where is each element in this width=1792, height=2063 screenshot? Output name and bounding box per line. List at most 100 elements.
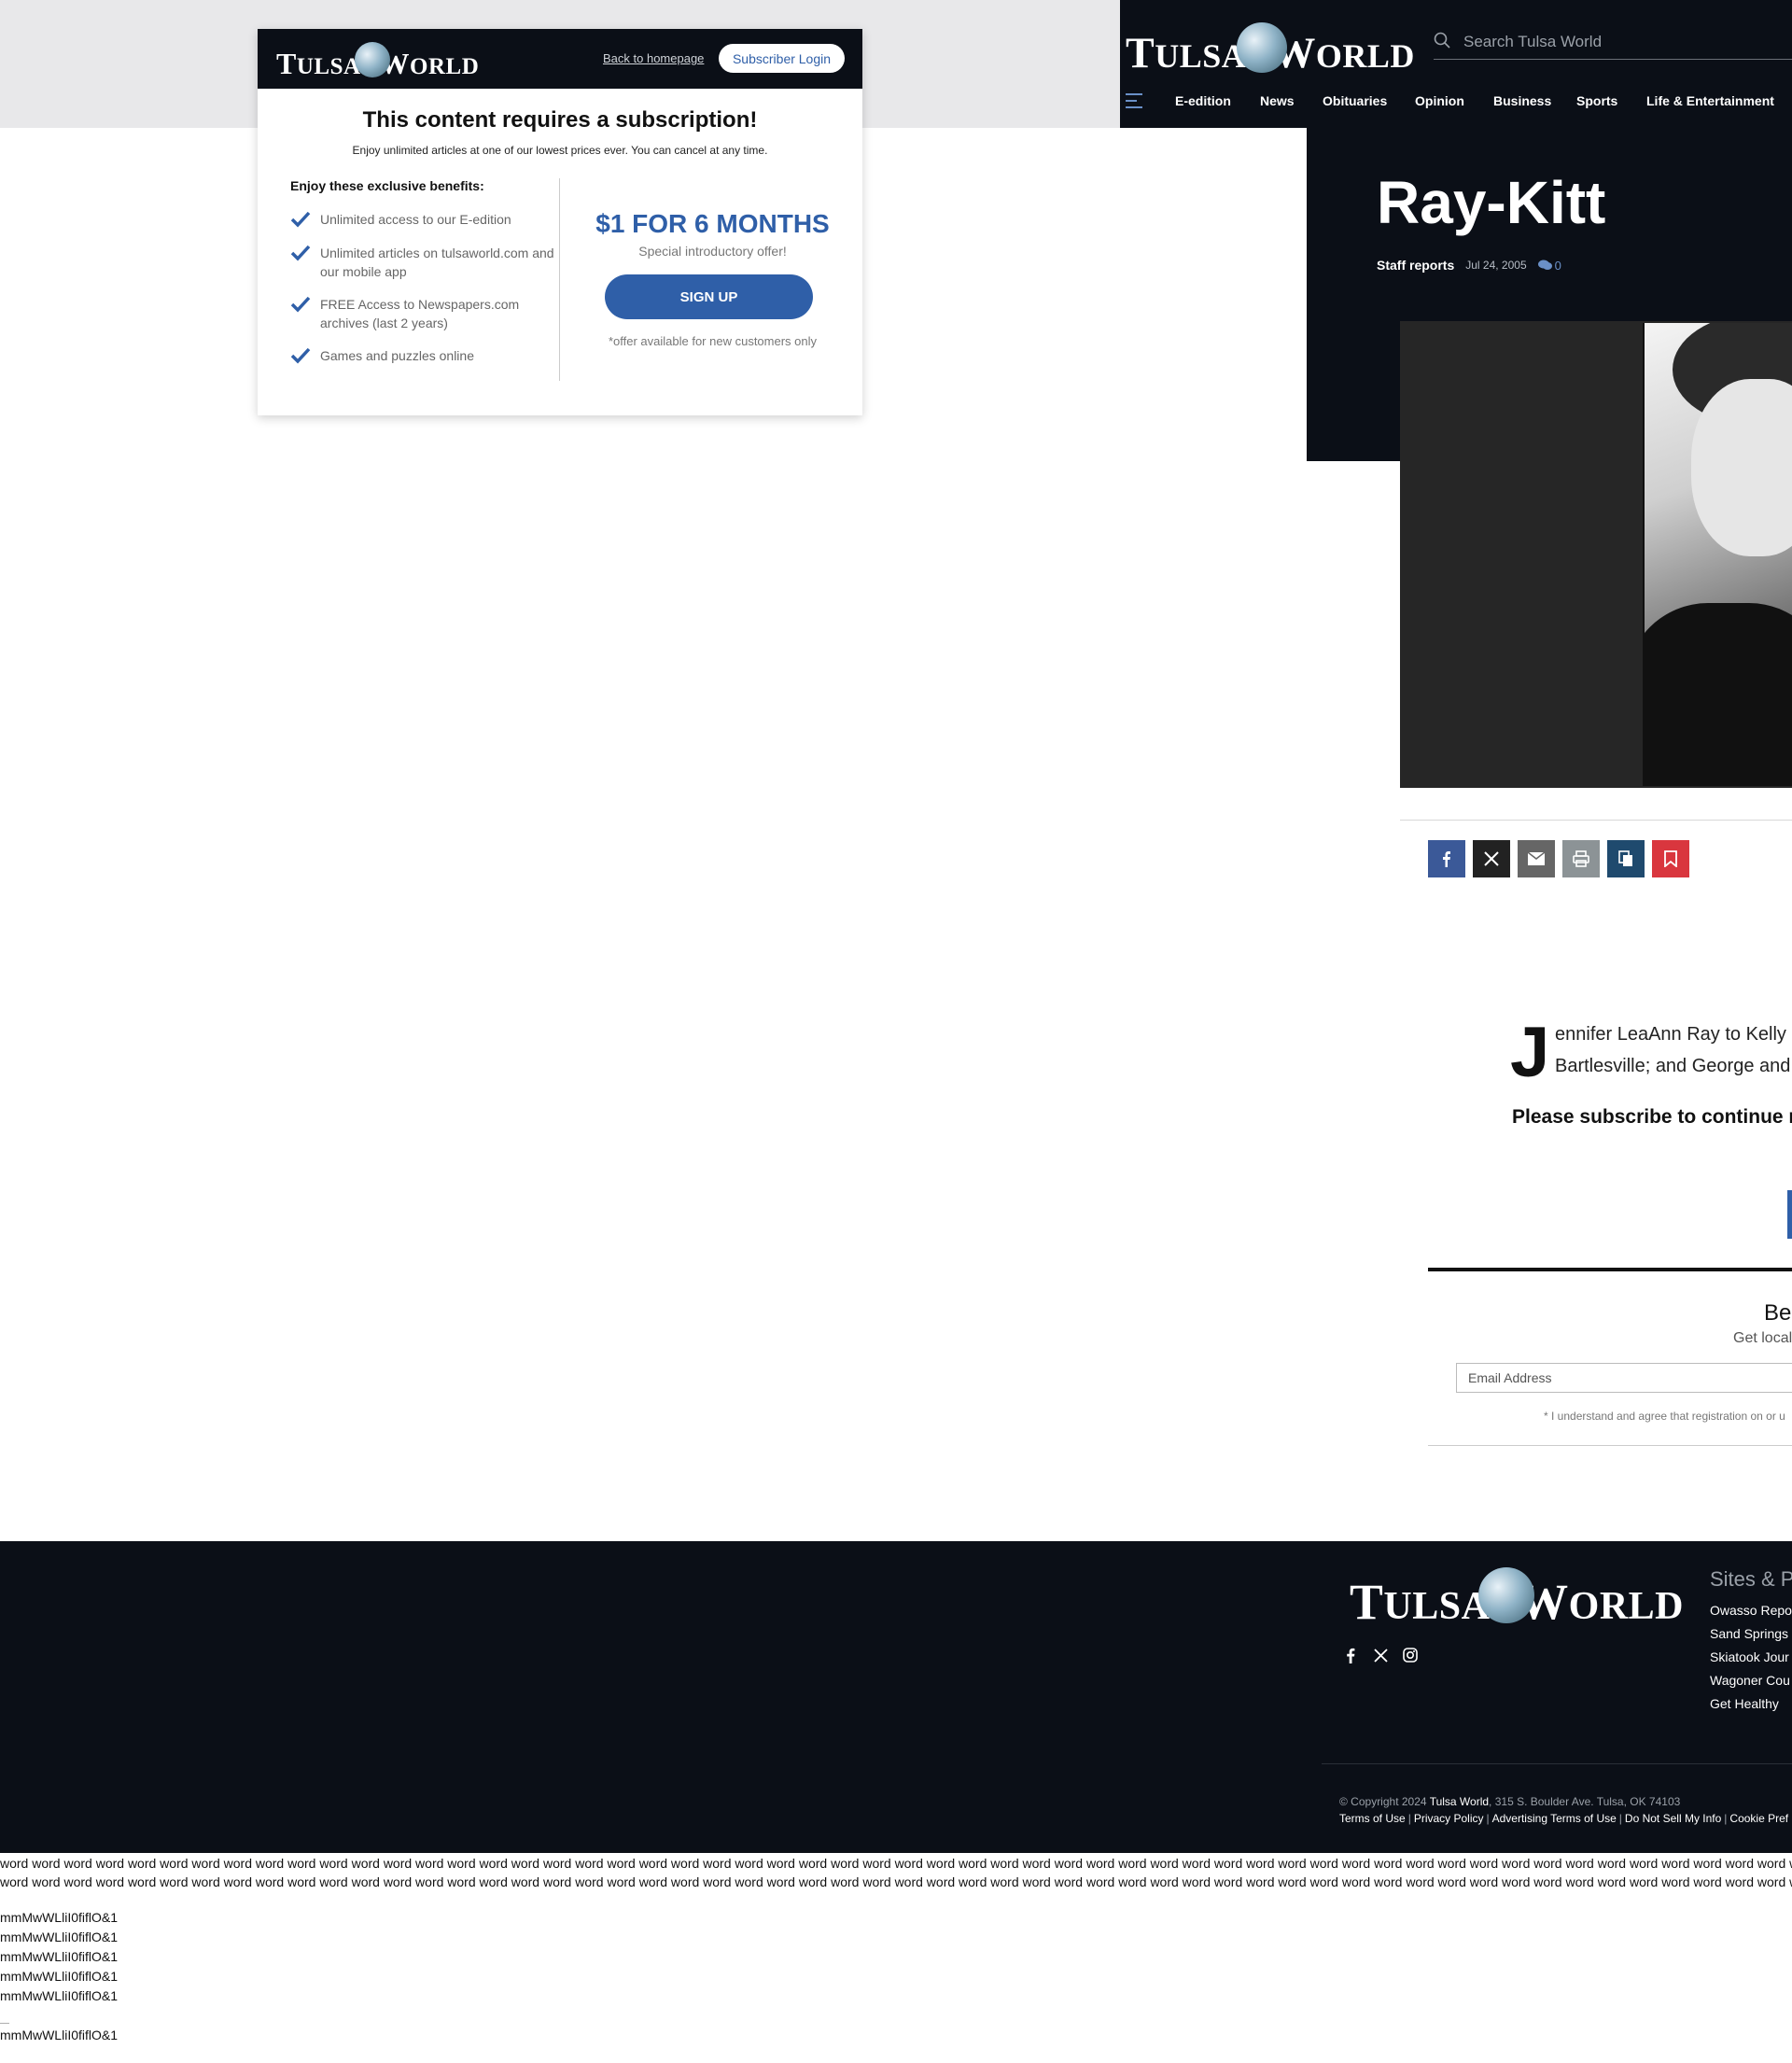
benefit-item: Games and puzzles online xyxy=(290,346,561,365)
email-icon[interactable] xyxy=(1518,840,1555,877)
checkmark-icon xyxy=(290,296,311,313)
print-icon[interactable] xyxy=(1562,840,1600,877)
benefit-text: Games and puzzles online xyxy=(320,348,474,363)
nav-item-business[interactable]: Business xyxy=(1493,93,1551,108)
bookmark-icon[interactable] xyxy=(1652,840,1689,877)
nav-item-life-entertainment[interactable]: Life & Entertainment xyxy=(1646,93,1774,108)
instagram-icon[interactable] xyxy=(1402,1647,1419,1663)
article-body-line: Bartlesville; and George and xyxy=(1555,1056,1791,1076)
glyph-test-line: mmMwWLliI0fiflO&1 xyxy=(0,1969,119,1984)
offer-note: *offer available for new customers only xyxy=(608,334,818,348)
legal-do-not-sell-link[interactable]: Do Not Sell My Info xyxy=(1625,1812,1721,1825)
legal-advertising-terms-link[interactable]: Advertising Terms of Use xyxy=(1492,1812,1617,1825)
x-icon[interactable] xyxy=(1473,840,1510,877)
benefit-item: Unlimited articles on tulsaworld.com and… xyxy=(290,244,561,281)
footer-site-link[interactable]: Get Healthy xyxy=(1710,1696,1792,1719)
benefit-item: Unlimited access to our E-edition xyxy=(290,210,561,229)
facebook-icon[interactable] xyxy=(1428,840,1465,877)
footer-site-link[interactable]: Wagoner Cou xyxy=(1710,1673,1792,1696)
legal-cookie-link[interactable]: Cookie Pref xyxy=(1729,1812,1788,1825)
globe-icon xyxy=(354,42,390,78)
search-input[interactable] xyxy=(1463,32,1781,52)
sign-up-button[interactable]: SIGN UP xyxy=(605,274,813,319)
benefit-item: FREE Access to Newspapers.com archives (… xyxy=(290,295,561,332)
legal-terms-link[interactable]: Terms of Use xyxy=(1339,1812,1406,1825)
nav-item-e-edition[interactable]: E-edition xyxy=(1175,93,1231,108)
glyph-test-line: mmMwWLliI0fiflO&1 xyxy=(0,1949,119,1964)
hamburger-menu-icon[interactable] xyxy=(1126,93,1142,108)
checkmark-icon xyxy=(290,211,311,228)
modal-subtitle: Enjoy unlimited articles at one of our l… xyxy=(352,144,768,157)
comments-icon xyxy=(1537,260,1552,270)
checkmark-icon xyxy=(290,245,311,261)
filler-text-line: word word word word word word word word … xyxy=(0,1856,1792,1871)
checkmark-icon xyxy=(290,347,311,364)
footer-site-link[interactable]: Skiatook Jour xyxy=(1710,1649,1792,1673)
subscriber-login-button[interactable]: Subscriber Login xyxy=(719,44,845,73)
x-icon[interactable] xyxy=(1372,1647,1389,1663)
newsletter-top-rule xyxy=(1428,1268,1792,1271)
footer-social-links xyxy=(1342,1647,1419,1663)
offer-price: $1 FOR 6 MONTHS xyxy=(595,209,830,238)
divider xyxy=(1400,820,1792,821)
footer-divider xyxy=(1322,1763,1792,1764)
modal-header: TULSA WORLD Back to homepage Subscriber L… xyxy=(258,29,862,89)
search-bar xyxy=(1434,30,1792,60)
glyph-test-line: mmMwWLliI0fiflO&1 xyxy=(0,1988,119,2003)
benefit-text: Unlimited access to our E-edition xyxy=(320,212,511,227)
glyph-test-line: mmMwWLliI0fiflO&1 xyxy=(0,1930,119,1944)
subscribe-message: Please subscribe to continue re xyxy=(1512,1106,1792,1128)
newsletter-title: Be xyxy=(1764,1300,1792,1326)
article-photo[interactable] xyxy=(1400,321,1792,788)
footer-site-link[interactable]: Owasso Repo xyxy=(1710,1603,1792,1626)
legal-privacy-link[interactable]: Privacy Policy xyxy=(1414,1812,1484,1825)
back-to-homepage-link[interactable]: Back to homepage xyxy=(603,51,704,65)
nav-item-sports[interactable]: Sports xyxy=(1576,93,1617,108)
footer-logo[interactable]: TULSA WORLD xyxy=(1350,1567,1684,1631)
footer-site-link[interactable]: Sand Springs xyxy=(1710,1626,1792,1649)
site-logo[interactable]: TULSA WORLD xyxy=(1126,21,1415,77)
glyph-test-line: mmMwWLliI0fiflO&1 xyxy=(0,1910,119,1925)
newsletter-disclaimer: * I understand and agree that registrati… xyxy=(1544,1410,1785,1423)
article-body-line: ennifer LeaAnn Ray to Kelly xyxy=(1555,1024,1786,1045)
legal-links: Terms of Use | Privacy Policy | Advertising … xyxy=(1339,1812,1789,1825)
facebook-icon[interactable] xyxy=(1342,1647,1359,1663)
subscribe-button-edge[interactable] xyxy=(1787,1190,1792,1239)
copyright: © Copyright 2024 Tulsa World, 315 S. Bou… xyxy=(1339,1795,1680,1808)
modal-logo: TULSA WORLD xyxy=(276,42,479,81)
copyright-org-link[interactable]: Tulsa World xyxy=(1430,1795,1489,1808)
comment-count[interactable]: 0 xyxy=(1537,258,1561,273)
article-byline: Staff reports Jul 24, 2005 0 xyxy=(1377,258,1561,273)
copyright-year: © Copyright 2024 xyxy=(1339,1795,1427,1808)
benefit-text: FREE Access to Newspapers.com archives (… xyxy=(320,297,520,330)
modal-divider xyxy=(559,178,560,381)
site-header: TULSAWORLD E-edition News Obituaries Opi… xyxy=(1120,0,1792,128)
footer-sites-list: Owasso Repo Sand Springs Skiatook Jour W… xyxy=(1710,1603,1792,1719)
site-footer: TULSAWORLD Sites & Pa Owasso Repo Sand S… xyxy=(0,1541,1792,1853)
article-date: Jul 24, 2005 xyxy=(1465,259,1527,272)
author-link[interactable]: Staff reports xyxy=(1377,258,1454,273)
nav-item-opinion[interactable]: Opinion xyxy=(1415,93,1464,108)
glyph-test-line: mmMwWLliI0fiflO&1 xyxy=(0,2028,119,2042)
nav-item-news[interactable]: News xyxy=(1260,93,1295,108)
copyright-address: , 315 S. Boulder Ave. Tulsa, OK 74103 xyxy=(1489,1795,1681,1808)
newsletter-email-input[interactable] xyxy=(1456,1363,1792,1393)
paywall-modal: TULSA WORLD Back to homepage Subscriber L… xyxy=(258,29,862,415)
globe-icon xyxy=(1237,21,1288,73)
comment-count-value: 0 xyxy=(1554,258,1561,273)
newsletter-bottom-rule xyxy=(1428,1445,1792,1446)
copy-icon[interactable] xyxy=(1607,840,1645,877)
article-headline: Ray-Kitt xyxy=(1377,169,1606,236)
footer-sites-heading: Sites & Pa xyxy=(1710,1567,1792,1591)
modal-title: This content requires a subscription! xyxy=(362,107,758,133)
main-nav: E-edition News Obituaries Opinion Busine… xyxy=(1120,90,1792,116)
filler-text-line: word word word word word word word word … xyxy=(0,1874,1792,1889)
nav-item-obituaries[interactable]: Obituaries xyxy=(1323,93,1387,108)
drop-cap: J xyxy=(1510,1013,1550,1092)
share-toolbar xyxy=(1428,840,1689,877)
benefits-list: Unlimited access to our E-edition Unlimi… xyxy=(290,210,561,365)
search-icon[interactable] xyxy=(1434,32,1450,49)
newsletter-subtitle: Get local xyxy=(1733,1330,1792,1346)
benefits-heading: Enjoy these exclusive benefits: xyxy=(290,178,484,193)
offer-intro: Special introductory offer! xyxy=(638,244,787,259)
